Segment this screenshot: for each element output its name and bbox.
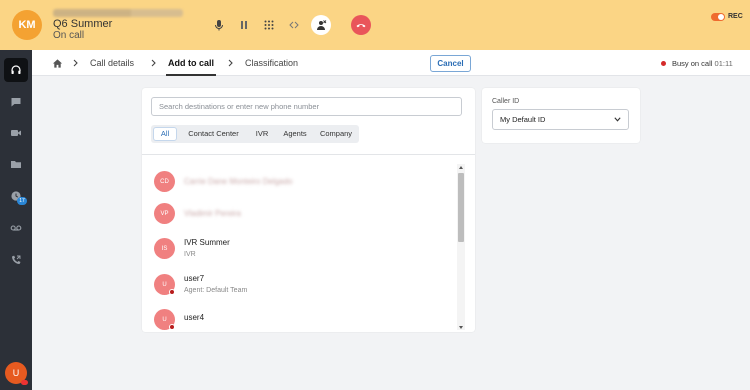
destinations-panel: All Contact Center IVR Agents Company CD…	[142, 88, 475, 332]
caller-id-value: My Default ID	[500, 115, 546, 124]
chevron-right-icon	[228, 59, 233, 67]
search-input[interactable]	[151, 97, 462, 116]
sidebar-item-video[interactable]	[4, 121, 28, 145]
call-status-indicator: Busy on call 01:11	[672, 59, 733, 68]
sidebar-item-files[interactable]	[4, 152, 28, 176]
filter-tabs: All Contact Center IVR Agents Company	[151, 125, 359, 143]
result-team: Agent: Default Team	[184, 287, 248, 294]
busy-label: Busy on call	[672, 59, 713, 68]
result-name: user7	[184, 274, 205, 283]
tab-all[interactable]: All	[153, 127, 177, 141]
dialpad-icon[interactable]	[261, 17, 277, 33]
transfer-icon[interactable]	[286, 17, 302, 33]
sidebar: 17 U	[0, 50, 32, 390]
active-step-indicator	[166, 74, 216, 76]
record-toggle[interactable]	[711, 13, 725, 21]
tab-company[interactable]: Company	[317, 127, 355, 141]
sidebar-item-chat[interactable]	[4, 90, 28, 114]
sidebar-item-voicemail[interactable]	[4, 216, 28, 240]
list-item[interactable]: IS IVR Summer IVR	[154, 233, 444, 263]
chevron-down-icon	[614, 117, 621, 122]
user-status-dot	[21, 380, 28, 385]
result-name: IVR Summer	[184, 238, 230, 247]
call-timer: 01:11	[714, 59, 733, 68]
breadcrumb: Call details Add to call Classification …	[32, 50, 750, 76]
cancel-button[interactable]: Cancel	[430, 55, 471, 72]
scrollbar-thumb[interactable]	[458, 173, 464, 242]
call-status: On call	[53, 30, 85, 41]
divider	[142, 154, 475, 155]
caller-id-panel: Caller ID My Default ID	[482, 88, 640, 143]
busy-status-dot	[661, 61, 666, 66]
chevron-right-icon	[151, 59, 156, 67]
result-name: user4	[184, 313, 205, 322]
no-answer-icon[interactable]	[311, 15, 331, 35]
result-name: Vladimir Pereira	[184, 209, 241, 218]
breadcrumb-add-to-call[interactable]: Add to call	[168, 58, 214, 68]
voicemail-icon	[10, 225, 22, 231]
chevron-right-icon	[73, 59, 78, 67]
breadcrumb-classification[interactable]: Classification	[245, 58, 298, 68]
headset-icon	[11, 65, 21, 74]
microphone-icon[interactable]	[211, 17, 227, 33]
caller-name: Q6 Summer	[53, 18, 113, 30]
home-icon[interactable]	[52, 58, 63, 69]
sidebar-item-callback[interactable]	[4, 248, 28, 272]
sidebar-item-history[interactable]: 17	[4, 184, 28, 208]
caller-avatar: KM	[12, 10, 42, 40]
list-item[interactable]: VP Vladimir Pereira	[154, 198, 444, 228]
sidebar-item-calls[interactable]	[4, 58, 28, 82]
breadcrumb-call-details[interactable]: Call details	[90, 58, 134, 68]
caller-id-select[interactable]: My Default ID	[492, 109, 629, 130]
result-type: IVR	[184, 251, 196, 258]
tab-contact-center[interactable]: Contact Center	[181, 127, 246, 141]
presence-busy-dot	[169, 324, 175, 330]
scroll-up-arrow-icon[interactable]	[459, 166, 463, 169]
caller-id-label: Caller ID	[492, 98, 520, 105]
history-badge: 17	[17, 197, 27, 205]
pause-icon[interactable]	[236, 17, 252, 33]
list-item[interactable]: U user7 Agent: Default Team	[154, 269, 444, 299]
video-icon	[11, 130, 21, 136]
result-name: Carrie Dane Monteiro Delgado	[184, 177, 293, 186]
avatar: CD	[154, 171, 175, 192]
record-label: REC	[728, 13, 743, 20]
tab-ivr[interactable]: IVR	[250, 127, 274, 141]
app-root: KM Q6 Summer On call REC 17 U Call detai…	[0, 0, 750, 390]
avatar: IS	[154, 238, 175, 259]
chat-icon	[11, 98, 21, 107]
scroll-down-arrow-icon[interactable]	[459, 326, 463, 329]
caller-number-redacted	[53, 9, 183, 17]
callback-icon	[12, 255, 21, 264]
folder-icon	[11, 161, 21, 168]
call-bar: KM Q6 Summer On call REC	[0, 0, 750, 50]
list-item[interactable]: U user4	[154, 304, 444, 332]
hangup-icon[interactable]	[351, 15, 371, 35]
results-list: CD Carrie Dane Monteiro Delgado VP Vladi…	[142, 166, 460, 332]
list-item[interactable]: CD Carrie Dane Monteiro Delgado	[154, 166, 444, 196]
presence-busy-dot	[169, 289, 175, 295]
tab-agents[interactable]: Agents	[277, 127, 313, 141]
avatar: VP	[154, 203, 175, 224]
